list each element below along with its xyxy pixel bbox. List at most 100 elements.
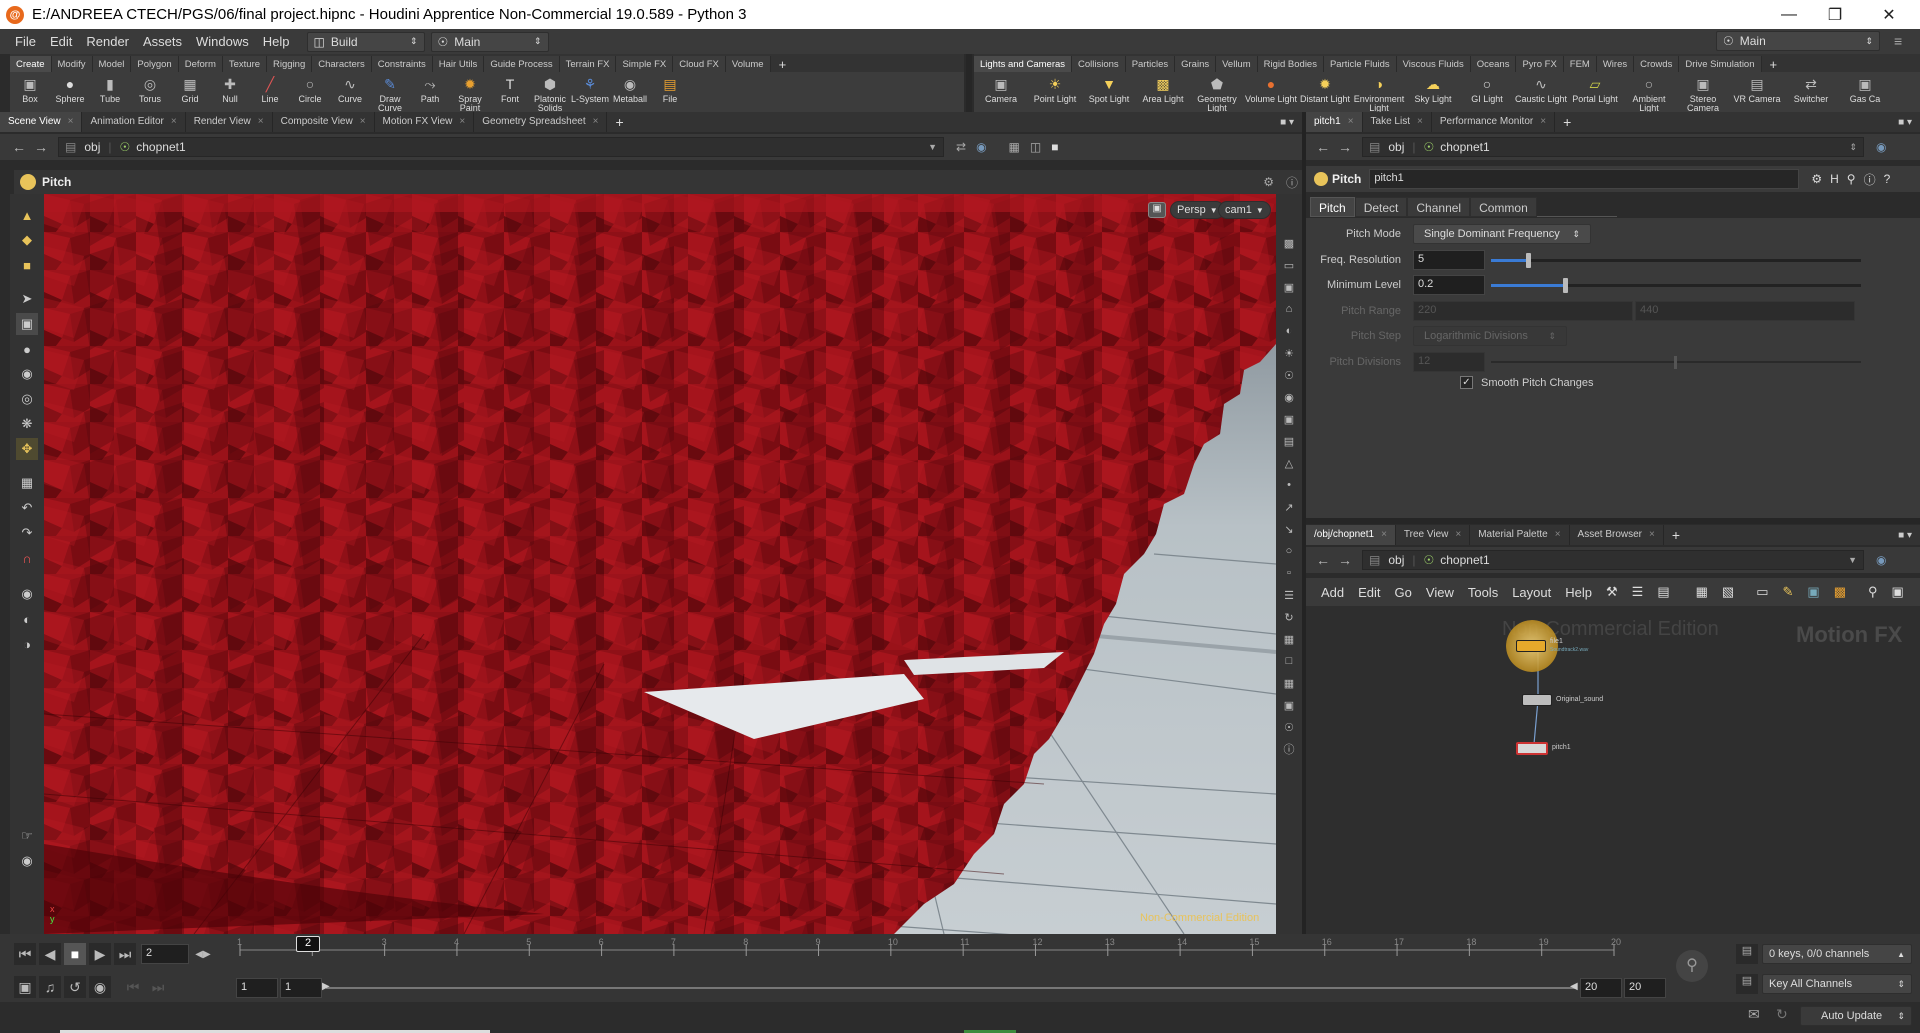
soft-select-icon[interactable]: ◎	[16, 388, 38, 410]
tool-switcher[interactable]: ⇄ Switcher	[1784, 72, 1838, 104]
tool-line[interactable]: ╱ Line	[250, 72, 290, 104]
persp-menu[interactable]: Persp ▼	[1170, 201, 1225, 219]
select-arrow-icon[interactable]: ➤	[16, 288, 38, 310]
net-path-node[interactable]: chopnet1	[1440, 553, 1489, 567]
key-icon[interactable]: ⚲	[1676, 950, 1708, 982]
pitch-step-menu[interactable]: Logarithmic Divisions ⇕	[1413, 326, 1567, 346]
desktop-select[interactable]: ◫ Build ⇕	[306, 31, 425, 52]
add-tab-icon[interactable]: +	[1555, 114, 1579, 130]
end-frame-field[interactable]: 20	[1624, 978, 1666, 998]
pane-menu-icon[interactable]: ≡	[1894, 33, 1902, 49]
eye-icon[interactable]: ◉	[16, 850, 38, 872]
pane-tab-performance-monitor[interactable]: Performance Monitor ×	[1432, 112, 1556, 132]
add-tab-icon[interactable]: +	[1762, 57, 1786, 72]
pin-icon[interactable]: ▤	[1369, 140, 1380, 154]
wrench-icon[interactable]: ⚒	[1599, 584, 1625, 600]
shelf-tab-crowds[interactable]: Crowds	[1634, 56, 1680, 72]
pane-split-handle[interactable]	[1306, 518, 1920, 524]
tool-draw-curve[interactable]: ✎ Draw Curve	[370, 72, 410, 113]
mask-icon[interactable]: ▣	[1280, 696, 1298, 714]
tool-file[interactable]: ▤ File	[650, 72, 690, 104]
tool-stereo-camera[interactable]: ▣ Stereo Camera	[1676, 72, 1730, 113]
tool-metaball[interactable]: ◉ Metaball	[610, 72, 650, 104]
shelf-tab-lights-and-cameras[interactable]: Lights and Cameras	[974, 56, 1073, 72]
shelf-tab-oceans[interactable]: Oceans	[1470, 56, 1517, 72]
search-icon[interactable]: ⚲	[1847, 172, 1856, 186]
paint-icon[interactable]: ●	[16, 338, 38, 360]
shelf-tab-guide-process[interactable]: Guide Process	[484, 56, 560, 72]
bg-image-icon[interactable]: ▤	[1280, 432, 1298, 450]
maximize-button[interactable]: ❐	[1812, 0, 1858, 29]
dropdown-arrow-icon[interactable]: ▼	[1848, 555, 1857, 565]
view-icon[interactable]: ▦	[1009, 140, 1020, 154]
shelf-tab-collisions[interactable]: Collisions	[1072, 56, 1126, 72]
pane-tab-scene-view[interactable]: Scene View ×	[0, 112, 83, 132]
menu-windows[interactable]: Windows	[189, 34, 256, 49]
pane-tab-material-palette[interactable]: Material Palette ×	[1470, 525, 1570, 545]
net-menu-view[interactable]: View	[1419, 585, 1461, 600]
close-tab-icon[interactable]: ×	[1455, 529, 1461, 540]
network-editor[interactable]: Non-Commercial Edition Motion FX file1 S…	[1306, 606, 1920, 934]
tool-point-light[interactable]: ☀ Point Light	[1028, 72, 1082, 104]
shelf-tab-texture[interactable]: Texture	[222, 56, 268, 72]
tool-l-system[interactable]: ⚘ L-System	[570, 72, 610, 104]
subtab-common[interactable]: Common	[1470, 197, 1537, 217]
tool-spray-paint[interactable]: ✹ Spray Paint	[450, 72, 490, 113]
play-icon[interactable]: ▶	[89, 943, 111, 965]
flipbook-icon[interactable]: ◑	[16, 633, 38, 655]
dropdown-arrow-icon[interactable]: ⇕	[1849, 142, 1857, 153]
handle-tool-icon[interactable]: ▲	[16, 204, 38, 226]
range-start-handle[interactable]: ▶	[322, 981, 330, 992]
scene-viewport[interactable]: ▣ Persp ▼ cam1 ▼ xy Non-Commercial Edition	[44, 194, 1276, 934]
shelf-tab-drive-simulation[interactable]: Drive Simulation	[1679, 56, 1762, 72]
net-menu-edit[interactable]: Edit	[1351, 585, 1387, 600]
close-tab-icon[interactable]: ×	[1649, 529, 1655, 540]
shelf-tab-grains[interactable]: Grains	[1175, 56, 1217, 72]
home-icon[interactable]: ⌂	[1280, 300, 1298, 318]
light-icon[interactable]: ☀	[1280, 344, 1298, 362]
node-file1[interactable]	[1516, 640, 1546, 652]
forward-icon[interactable]: →	[1334, 549, 1356, 571]
tool-gi-light[interactable]: ○ GI Light	[1460, 72, 1514, 104]
play-reverse-icon[interactable]: ◀	[39, 943, 61, 965]
tool-curve[interactable]: ∿ Curve	[330, 72, 370, 104]
close-tab-icon[interactable]: ×	[1381, 529, 1387, 540]
shelf-set-select[interactable]: ☉ Main ⇕	[430, 31, 549, 52]
node-original-sound[interactable]	[1522, 694, 1552, 706]
maximize-pane-icon[interactable]: ■	[1051, 140, 1058, 154]
tool-null[interactable]: ✚ Null	[210, 72, 250, 104]
shelf-tab-particles[interactable]: Particles	[1125, 56, 1176, 72]
min-level-field[interactable]: 0.2	[1413, 275, 1485, 295]
point-display-icon[interactable]: •	[1280, 476, 1298, 494]
template-icon[interactable]: ▫	[1280, 564, 1298, 582]
key-channels-menu[interactable]: Key All Channels ⇕	[1762, 974, 1912, 994]
close-tab-icon[interactable]: ×	[459, 116, 465, 127]
shelf-tab-pyro-fx[interactable]: Pyro FX	[1516, 56, 1564, 72]
split-icon[interactable]: ◫	[1030, 140, 1041, 154]
tool-sky-light[interactable]: ☁ Sky Light	[1406, 72, 1460, 104]
param-path-node[interactable]: chopnet1	[1440, 140, 1489, 154]
pane-tab-render-view[interactable]: Render View ×	[186, 112, 273, 132]
menu-help[interactable]: Help	[256, 34, 297, 49]
photo-icon[interactable]: ▣	[1885, 584, 1911, 600]
jump-end-icon[interactable]: ⏭	[114, 943, 136, 965]
add-tab-icon[interactable]: +	[1664, 527, 1688, 543]
tool-sphere[interactable]: ● Sphere	[50, 72, 90, 104]
pitch-mode-menu[interactable]: Single Dominant Frequency ⇕	[1413, 224, 1591, 244]
net-menu-layout[interactable]: Layout	[1505, 585, 1558, 600]
pitch-div-field[interactable]: 12	[1413, 352, 1485, 372]
tool-platonic-solids[interactable]: ⬢ Platonic Solids	[530, 72, 570, 113]
close-tab-icon[interactable]: ×	[593, 116, 599, 127]
audio-icon[interactable]: ♫	[39, 976, 61, 998]
tool-tube[interactable]: ▮ Tube	[90, 72, 130, 104]
shelf-tab-create[interactable]: Create	[10, 56, 52, 72]
range-slider[interactable]	[326, 987, 1576, 989]
tool-spot-light[interactable]: ▼ Spot Light	[1082, 72, 1136, 104]
close-tab-icon[interactable]: ×	[1555, 529, 1561, 540]
param-path-root[interactable]: obj	[1388, 140, 1404, 154]
bulb-display-icon[interactable]: ☉	[1280, 718, 1298, 736]
ghost-icon[interactable]: ○	[1280, 542, 1298, 560]
pitch-div-slider[interactable]	[1491, 352, 1861, 372]
jump-start-icon[interactable]: ⏮	[14, 943, 36, 965]
pane-menu-icon[interactable]: ■ ▾	[1280, 117, 1294, 128]
